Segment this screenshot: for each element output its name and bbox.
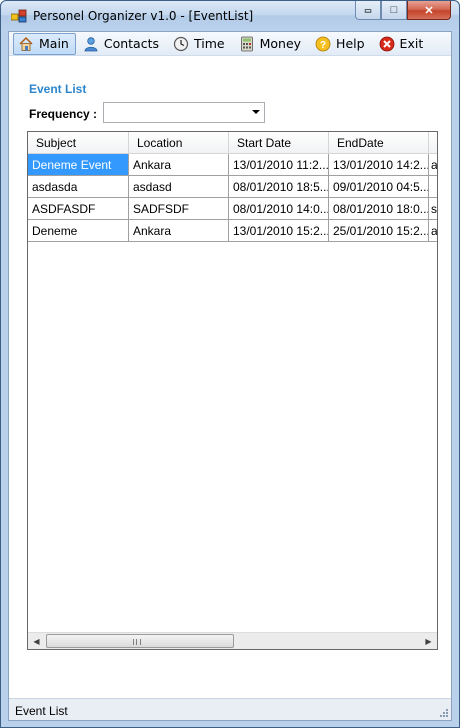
- cell-subject[interactable]: ASDFASDF: [28, 198, 129, 219]
- scroll-left-button[interactable]: ◀: [28, 633, 45, 649]
- calculator-icon: [240, 36, 253, 51]
- status-text: Event List: [15, 704, 68, 718]
- scroll-right-button[interactable]: ▶: [420, 633, 437, 649]
- menu-item-time[interactable]: Time: [168, 33, 232, 55]
- chevron-right-icon: ▶: [425, 636, 432, 646]
- chevron-down-icon: [252, 110, 260, 114]
- resize-grip-icon[interactable]: [439, 708, 449, 718]
- table-row[interactable]: ASDFASDF SADFSDF 08/01/2010 14:0... 08/0…: [28, 198, 437, 220]
- cell-extra[interactable]: a: [429, 220, 437, 241]
- frequency-label: Frequency :: [29, 107, 98, 121]
- cell-start-date[interactable]: 13/01/2010 15:2...: [229, 220, 329, 241]
- app-window: Personel Organizer v1.0 - [EventList] ▭ …: [0, 0, 460, 728]
- cell-location[interactable]: Ankara: [129, 154, 229, 175]
- grid-body: Deneme Event Ankara 13/01/2010 11:2... 1…: [28, 154, 437, 242]
- title-bar[interactable]: Personel Organizer v1.0 - [EventList] ▭ …: [1, 1, 459, 31]
- menu-item-label: Money: [259, 36, 302, 51]
- app-icon: [11, 9, 27, 23]
- menu-item-label: Help: [336, 36, 365, 51]
- cell-subject[interactable]: Deneme Event: [28, 154, 129, 175]
- table-row[interactable]: asdasda asdasd 08/01/2010 18:5... 09/01/…: [28, 176, 437, 198]
- maximize-button[interactable]: □: [381, 1, 407, 20]
- section-title: Event List: [29, 82, 87, 96]
- cell-end-date[interactable]: 08/01/2010 18:0...: [329, 198, 429, 219]
- contacts-icon: [84, 36, 98, 51]
- close-icon: ✕: [424, 4, 434, 17]
- table-row[interactable]: Deneme Ankara 13/01/2010 15:2... 25/01/2…: [28, 220, 437, 242]
- cell-start-date[interactable]: 08/01/2010 18:5...: [229, 176, 329, 197]
- menu-item-label: Contacts: [103, 36, 159, 51]
- column-header-extra[interactable]: [429, 132, 437, 154]
- svg-text:?: ?: [320, 40, 326, 51]
- horizontal-scrollbar[interactable]: ◀ ▶: [28, 632, 437, 649]
- cell-location[interactable]: SADFSDF: [129, 198, 229, 219]
- client-area: Main Contacts Time Money ? Help Exit Eve…: [8, 31, 452, 721]
- menu-bar: Main Contacts Time Money ? Help Exit: [9, 32, 451, 56]
- window-title: Personel Organizer v1.0 - [EventList]: [33, 9, 254, 23]
- grid-header: Subject Location Start Date EndDate: [28, 132, 437, 154]
- exit-icon: [379, 36, 394, 51]
- cell-subject[interactable]: asdasda: [28, 176, 129, 197]
- chevron-left-icon: ◀: [33, 636, 40, 646]
- cell-subject[interactable]: Deneme: [28, 220, 129, 241]
- help-icon: ?: [315, 36, 331, 51]
- cell-extra[interactable]: s: [429, 198, 437, 219]
- menu-item-main[interactable]: Main: [13, 32, 76, 55]
- frequency-dropdown[interactable]: [103, 102, 265, 123]
- cell-end-date[interactable]: 25/01/2010 15:2...: [329, 220, 429, 241]
- maximize-icon: □: [390, 4, 398, 16]
- cell-end-date[interactable]: 13/01/2010 14:2...: [329, 154, 429, 175]
- column-header-end-date[interactable]: EndDate: [329, 132, 429, 154]
- cell-start-date[interactable]: 08/01/2010 14:0...: [229, 198, 329, 219]
- cell-extra[interactable]: [429, 176, 437, 197]
- table-row[interactable]: Deneme Event Ankara 13/01/2010 11:2... 1…: [28, 154, 437, 176]
- minimize-icon: ▭: [364, 5, 372, 15]
- column-header-start-date[interactable]: Start Date: [229, 132, 329, 154]
- column-header-location[interactable]: Location: [129, 132, 229, 154]
- menu-item-label: Exit: [399, 36, 424, 51]
- grip-icon: [133, 639, 141, 645]
- event-grid[interactable]: Subject Location Start Date EndDate Dene…: [27, 131, 438, 650]
- home-icon: [19, 36, 33, 51]
- cell-location[interactable]: Ankara: [129, 220, 229, 241]
- cell-end-date[interactable]: 09/01/2010 04:5...: [329, 176, 429, 197]
- menu-item-contacts[interactable]: Contacts: [78, 33, 166, 55]
- cell-extra[interactable]: a: [429, 154, 437, 175]
- minimize-button[interactable]: ▭: [355, 1, 381, 20]
- scrollbar-thumb[interactable]: [46, 634, 234, 648]
- close-button[interactable]: ✕: [407, 1, 451, 20]
- menu-item-help[interactable]: ? Help: [310, 33, 372, 55]
- cell-start-date[interactable]: 13/01/2010 11:2...: [229, 154, 329, 175]
- clock-icon: [173, 36, 189, 51]
- column-header-subject[interactable]: Subject: [28, 132, 129, 154]
- menu-item-label: Main: [39, 36, 69, 51]
- menu-item-exit[interactable]: Exit: [374, 33, 431, 55]
- menu-item-money[interactable]: Money: [234, 33, 308, 55]
- menu-item-label: Time: [194, 36, 225, 51]
- caption-buttons: ▭ □ ✕: [355, 1, 451, 21]
- status-bar: Event List: [9, 698, 451, 720]
- cell-location[interactable]: asdasd: [129, 176, 229, 197]
